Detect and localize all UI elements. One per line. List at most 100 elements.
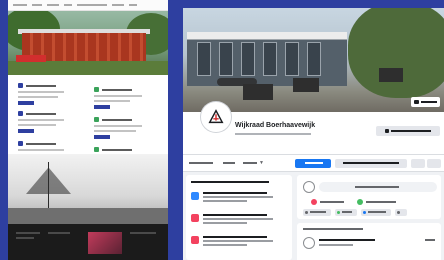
website-photo (8, 154, 168, 224)
square-icon (94, 147, 99, 152)
sculpture-mast (48, 162, 49, 212)
checklist-item[interactable] (191, 213, 289, 231)
website-nav-item[interactable] (47, 4, 59, 6)
sculpture-shape (26, 168, 48, 194)
edit-cover-button[interactable] (411, 97, 440, 107)
cover-window (307, 42, 321, 76)
composer-action-label (320, 201, 344, 203)
section-title (191, 181, 269, 183)
card-text-line (18, 96, 58, 98)
website-nav-item[interactable] (129, 4, 137, 6)
website-card (94, 87, 146, 109)
website-card (18, 83, 70, 105)
promote-label (305, 162, 323, 164)
website-card (94, 117, 146, 139)
checklist-title (203, 236, 267, 238)
website-nav-item[interactable] (13, 4, 27, 6)
cover-planter (243, 84, 273, 100)
composer-chip[interactable] (395, 209, 407, 216)
square-icon (94, 87, 99, 92)
website-nav-item[interactable] (32, 4, 42, 6)
logo-icon (208, 109, 224, 124)
card-title (102, 148, 132, 151)
manage-button[interactable] (335, 159, 407, 168)
more-icon[interactable] (425, 239, 435, 241)
create-post-placeholder (355, 186, 399, 188)
checklist-title (203, 192, 267, 194)
composer-chip[interactable] (335, 209, 357, 216)
cover-tree (348, 8, 444, 98)
footer-text-line (16, 232, 40, 234)
composer-chip[interactable] (361, 209, 391, 216)
footer-text-line (130, 232, 156, 234)
website-nav-item[interactable] (112, 4, 124, 6)
card-title (26, 112, 56, 115)
cover-window (263, 42, 277, 76)
square-icon (18, 111, 23, 116)
photo-icon[interactable] (357, 199, 363, 205)
checklist-item[interactable] (191, 191, 289, 209)
edit-cover-label (421, 101, 437, 103)
card-button[interactable] (94, 105, 110, 109)
chip-icon (363, 211, 366, 214)
video-icon[interactable] (311, 199, 317, 205)
page-avatar[interactable] (201, 102, 231, 132)
composer-action-label (366, 201, 396, 203)
chip-icon (337, 211, 340, 214)
tab-overview[interactable] (189, 162, 213, 164)
checklist-item[interactable] (191, 235, 289, 253)
square-icon (94, 117, 99, 122)
page-title: Wijkraad Boerhaavewijk (235, 122, 316, 129)
card-text-line (18, 91, 64, 93)
camera-icon (414, 100, 419, 104)
page-subtitle (235, 133, 311, 135)
post-author[interactable] (319, 239, 375, 241)
cover-window (285, 42, 299, 76)
chevron-down-icon[interactable]: ▼ (259, 161, 264, 166)
chip-icon (305, 211, 308, 214)
website-nav-item[interactable] (77, 4, 107, 6)
post-timestamp (319, 244, 353, 246)
footer-text-line (16, 237, 34, 239)
card-text-line (94, 130, 136, 132)
tab-more[interactable] (243, 162, 257, 164)
sculpture-shape (49, 168, 71, 194)
checklist-text (203, 196, 273, 198)
edit-page-button[interactable] (376, 126, 440, 136)
card-text-line (18, 149, 64, 151)
checklist-text (203, 222, 247, 224)
post-avatar[interactable] (303, 237, 315, 249)
chip-icon (397, 211, 400, 214)
square-icon (18, 83, 23, 88)
card-text-line (18, 119, 64, 121)
create-post-input[interactable] (319, 182, 437, 192)
search-button[interactable] (411, 159, 425, 168)
facebook-tab-bar: ▼ (183, 154, 444, 172)
checklist-text (203, 218, 273, 220)
photo-ground (8, 208, 168, 224)
website-screenshot (8, 0, 168, 260)
checklist-title (203, 214, 267, 216)
cover-planter (293, 78, 319, 92)
chip-label (368, 211, 386, 213)
card-button[interactable] (18, 101, 34, 105)
website-footer (8, 224, 168, 260)
composer-chip[interactable] (303, 209, 331, 216)
cover-planter (379, 68, 403, 82)
facebook-cover-photo (183, 8, 444, 112)
promote-button[interactable] (295, 159, 331, 168)
card-button[interactable] (18, 129, 34, 133)
feed-section-title (303, 228, 363, 230)
footer-thumbnail[interactable] (88, 232, 122, 254)
chip-label (342, 211, 352, 213)
card-button[interactable] (94, 135, 110, 139)
more-options-button[interactable] (427, 159, 441, 168)
cover-window (219, 42, 233, 76)
website-nav-item[interactable] (64, 4, 72, 6)
card-text-line (94, 100, 130, 102)
checklist-text (203, 244, 247, 246)
tab-about[interactable] (223, 162, 235, 164)
checklist-text (203, 200, 247, 202)
checklist-icon (191, 192, 199, 200)
composer-actions (297, 197, 441, 207)
